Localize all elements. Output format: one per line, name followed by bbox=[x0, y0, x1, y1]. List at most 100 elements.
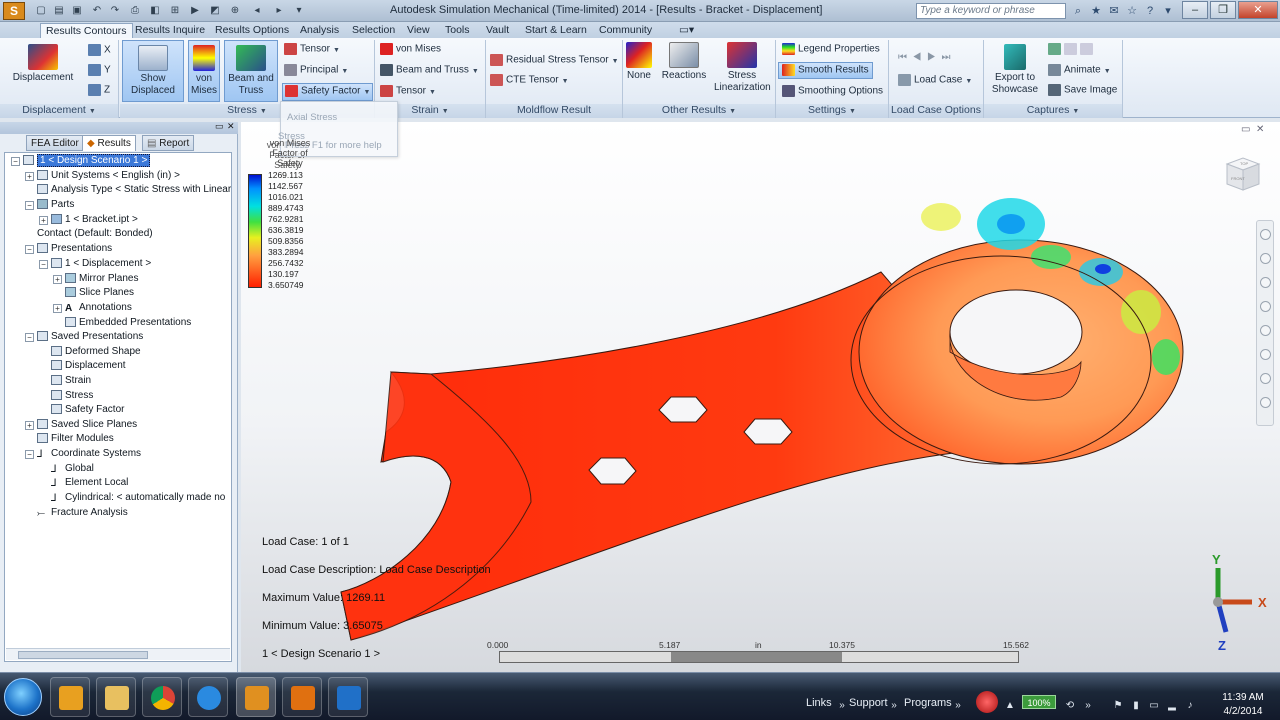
tree-item-design-scenario[interactable]: 1 < Design Scenario 1 > bbox=[23, 154, 151, 168]
displacement-button[interactable]: Displacement bbox=[8, 44, 78, 84]
tab-results-inquire[interactable]: Results Inquire bbox=[130, 23, 210, 38]
model-viewport[interactable]: ▭ ✕ von Mises Factor of Safety 1269.113 … bbox=[241, 122, 1280, 672]
displacement-z-button[interactable]: Z bbox=[88, 84, 110, 97]
redo-icon[interactable]: ↷ bbox=[108, 4, 122, 18]
close-button[interactable]: ✕ bbox=[1238, 1, 1278, 19]
tree-item-filter-modules[interactable]: Filter Modules bbox=[37, 432, 114, 446]
tree-item-embedded-presentations[interactable]: Embedded Presentations bbox=[65, 316, 191, 330]
tree-item-strain[interactable]: Strain bbox=[51, 374, 91, 388]
signal-icon[interactable]: ▂ bbox=[1166, 700, 1178, 712]
cte-tensor-button[interactable]: CTE Tensor ▼ bbox=[490, 74, 569, 88]
simulation-mechanical-taskbar-button[interactable] bbox=[236, 677, 276, 717]
smoothing-options-button[interactable]: Smoothing Options bbox=[782, 85, 883, 98]
restore-button[interactable]: ❐ bbox=[1210, 1, 1236, 19]
tree-item-cylindrical[interactable]: ⅃ Cylindrical: < automatically made no bbox=[51, 491, 225, 505]
tray-chevron-icon[interactable]: » bbox=[1082, 700, 1094, 712]
strain-tensor-button[interactable]: Tensor ▼ bbox=[380, 85, 436, 99]
stress-linearization-button[interactable]: Stress Linearization bbox=[712, 42, 772, 94]
tree-item-parts[interactable]: Parts bbox=[37, 198, 74, 212]
bracket-model[interactable] bbox=[241, 122, 1280, 672]
zoom-window-icon[interactable] bbox=[1260, 373, 1271, 384]
group-label-settings[interactable]: Settings ▼ bbox=[776, 104, 888, 118]
new-icon[interactable]: ▢ bbox=[34, 4, 48, 18]
save-image-button[interactable]: Save Image bbox=[1048, 84, 1117, 97]
tree-item-saved-slice-planes[interactable]: Saved Slice Planes bbox=[37, 418, 137, 432]
tree-item-displacement-presentation[interactable]: 1 < Displacement > bbox=[51, 257, 151, 271]
tree-item-bracket-part[interactable]: 1 < Bracket.ipt > bbox=[51, 213, 138, 227]
network-icon[interactable]: ▮ bbox=[1130, 700, 1142, 712]
tray-app-icon[interactable] bbox=[976, 691, 998, 713]
tree-collapse-icon[interactable]: − bbox=[11, 157, 20, 166]
tree-expand-icon[interactable]: + bbox=[39, 216, 48, 225]
zoom-extents-icon[interactable] bbox=[1260, 349, 1271, 360]
tree-item-annotations[interactable]: A Annotations bbox=[65, 301, 132, 315]
panel-pin-icon[interactable]: ▭ bbox=[215, 121, 224, 132]
reactions-button[interactable]: Reactions bbox=[660, 42, 708, 82]
tab-results-contours[interactable]: Results Contours bbox=[40, 23, 133, 38]
flag-icon[interactable]: ⚑ bbox=[1112, 700, 1124, 712]
inventor-taskbar-button[interactable] bbox=[282, 677, 322, 717]
display-icon[interactable]: ▭ bbox=[1148, 700, 1160, 712]
tab-tools[interactable]: Tools bbox=[440, 23, 475, 38]
select-icon[interactable]: ◧ bbox=[148, 4, 162, 18]
tree-item-displacement[interactable]: Displacement bbox=[51, 359, 126, 373]
tree-item-analysis-type[interactable]: Analysis Type < Static Stress with Linea… bbox=[37, 183, 231, 197]
clock-time[interactable]: 11:39 AM bbox=[1213, 692, 1273, 703]
app-menu-icon[interactable]: S bbox=[3, 2, 25, 20]
beam-and-truss-big-button[interactable]: Beam and Truss bbox=[224, 40, 278, 102]
tab-fea-editor[interactable]: FEA Editor bbox=[26, 135, 84, 151]
tree-collapse-icon[interactable]: − bbox=[25, 450, 34, 459]
tree-item-slice-planes[interactable]: Slice Planes bbox=[65, 286, 134, 300]
tree-item-fracture-analysis[interactable]: ⤚ Fracture Analysis bbox=[37, 506, 128, 520]
zoom-icon[interactable]: ⊕ bbox=[228, 4, 242, 18]
tree-horizontal-scrollbar[interactable] bbox=[6, 648, 230, 660]
tree-expand-icon[interactable]: + bbox=[25, 421, 34, 430]
legend-properties-button[interactable]: Legend Properties bbox=[782, 43, 880, 56]
tree-item-element-local[interactable]: ⅃ Element Local bbox=[51, 476, 128, 490]
smooth-results-button[interactable]: Smooth Results bbox=[778, 62, 873, 79]
tray-expand-icon[interactable]: ▲ bbox=[1004, 700, 1016, 712]
zoom-icon[interactable] bbox=[1260, 277, 1271, 288]
tree-expand-icon[interactable]: + bbox=[53, 275, 62, 284]
results-icon[interactable]: ◩ bbox=[208, 4, 222, 18]
stress-principal-button[interactable]: Principal ▼ bbox=[284, 64, 348, 78]
capture-tools-icons[interactable] bbox=[1048, 43, 1096, 56]
save-icon[interactable]: ▣ bbox=[70, 4, 84, 18]
tree-item-contact[interactable]: Contact (Default: Bonded) bbox=[37, 227, 153, 241]
orbit-icon[interactable] bbox=[1260, 301, 1271, 312]
quick-access-dropdown-icon[interactable]: ▾ bbox=[292, 4, 306, 18]
mesh-icon[interactable]: ⊞ bbox=[168, 4, 182, 18]
residual-stress-tensor-button[interactable]: Residual Stress Tensor ▼ bbox=[490, 54, 619, 68]
panel-close-icon[interactable]: ✕ bbox=[227, 121, 235, 132]
tab-community[interactable]: Community bbox=[594, 23, 657, 38]
help-dropdown-icon[interactable]: ▾ bbox=[1160, 3, 1176, 19]
von-mises-button[interactable]: von Mises bbox=[188, 40, 220, 102]
tree-collapse-icon[interactable]: − bbox=[25, 333, 34, 342]
prev-icon[interactable]: ◂ bbox=[250, 4, 264, 18]
none-button[interactable]: None bbox=[624, 42, 654, 82]
outlook-taskbar-button[interactable] bbox=[50, 677, 90, 717]
stress-tensor-button[interactable]: Tensor ▼ bbox=[284, 43, 340, 57]
tree-item-coordinate-systems[interactable]: ⅃ Coordinate Systems bbox=[37, 447, 141, 461]
tree-item-mirror-planes[interactable]: Mirror Planes bbox=[65, 272, 138, 286]
sync-icon[interactable]: ⟲ bbox=[1064, 700, 1076, 712]
tree-collapse-icon[interactable]: − bbox=[39, 260, 48, 269]
tree-item-deformed-shape[interactable]: Deformed Shape bbox=[51, 345, 141, 359]
tree-item-global[interactable]: ⅃ Global bbox=[51, 462, 94, 476]
tree-item-saved-presentations[interactable]: Saved Presentations bbox=[37, 330, 143, 344]
tree-expand-icon[interactable]: + bbox=[53, 304, 62, 313]
next-icon[interactable]: ▸ bbox=[272, 4, 286, 18]
tree-expand-icon[interactable]: + bbox=[25, 172, 34, 181]
help-search-input[interactable]: Type a keyword or phrase bbox=[916, 3, 1066, 19]
search-icon[interactable]: ⌕ bbox=[1070, 3, 1086, 19]
toolbar-links[interactable]: Links bbox=[806, 697, 832, 709]
displacement-x-button[interactable]: X bbox=[88, 44, 111, 57]
toolbar-chevron-icon[interactable]: » bbox=[952, 700, 964, 712]
tab-report[interactable]: ▤ Report bbox=[142, 135, 195, 151]
snowflake-taskbar-button[interactable] bbox=[328, 677, 368, 717]
clock-date[interactable]: 4/2/2014 bbox=[1213, 706, 1273, 717]
volume-icon[interactable]: ♪ bbox=[1184, 700, 1196, 712]
group-label-displacement[interactable]: Displacement ▼ bbox=[0, 104, 118, 118]
export-to-showcase-button[interactable]: Export to Showcase bbox=[988, 44, 1042, 96]
toolbar-programs[interactable]: Programs bbox=[904, 697, 952, 709]
